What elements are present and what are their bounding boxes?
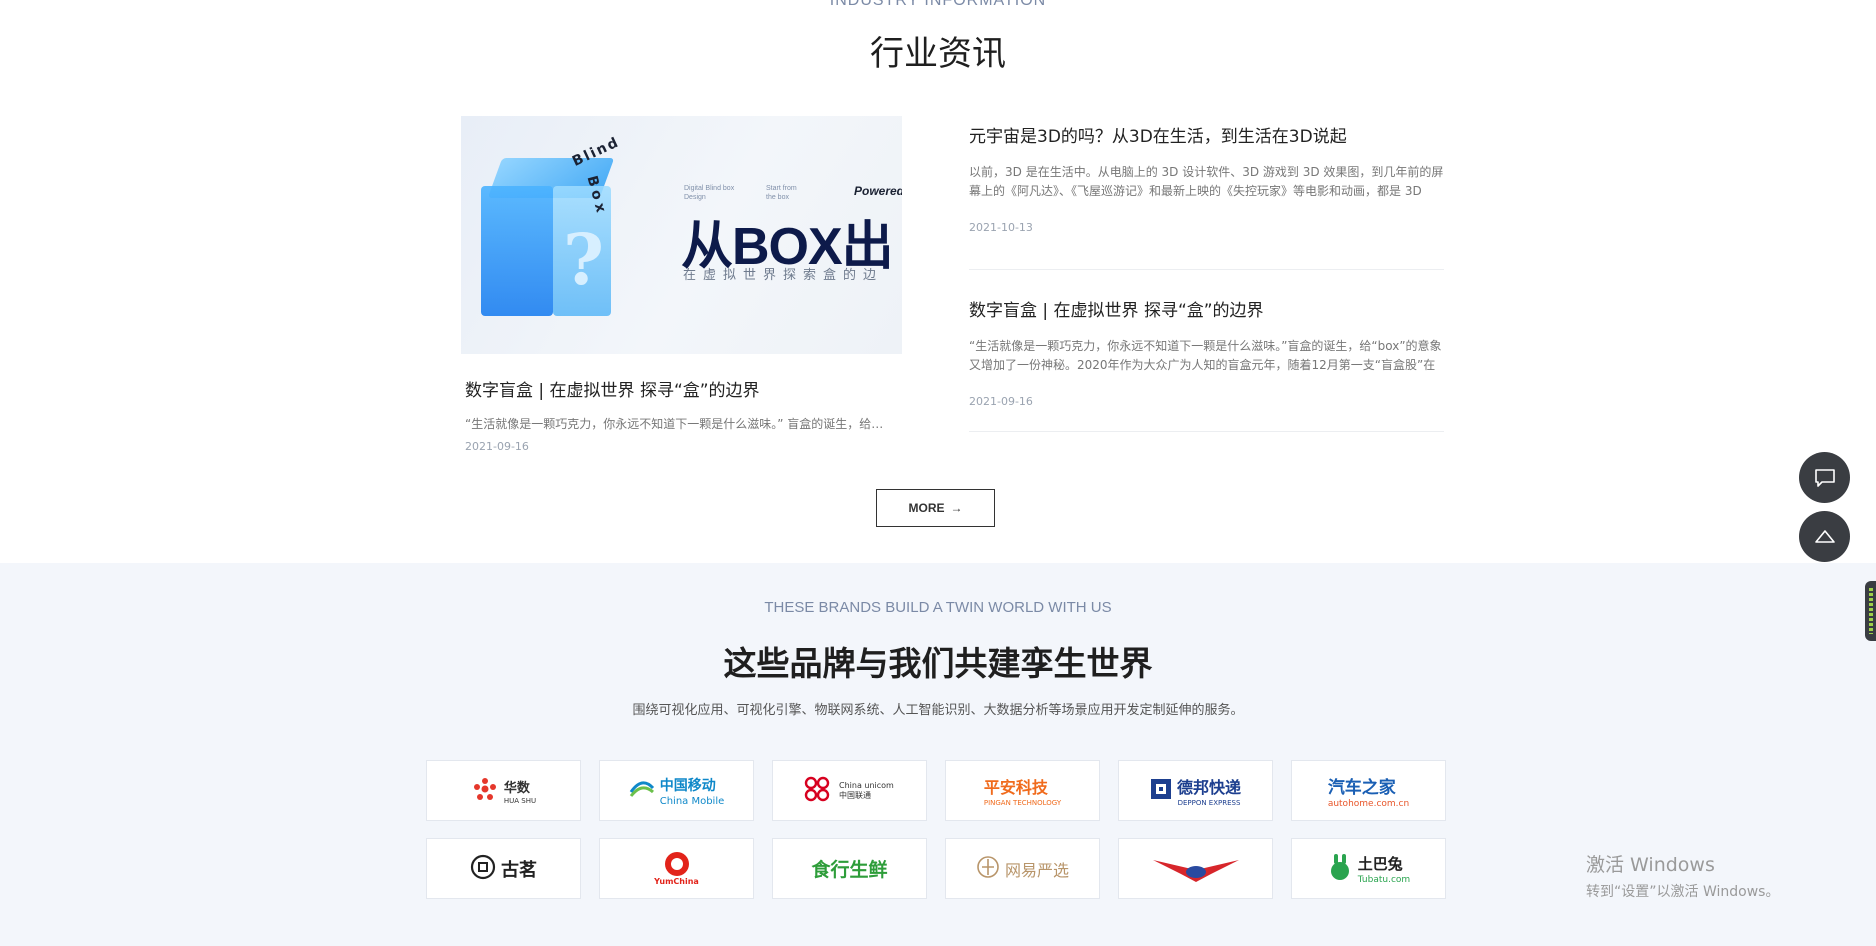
- image-text-small-right: Start from the box: [766, 185, 797, 201]
- deppon-logo-icon: [1150, 778, 1172, 804]
- arrow-right-icon: →: [950, 501, 963, 515]
- side-panel-tab[interactable]: [1865, 581, 1876, 641]
- brand-logo-china-unicom: China unicom中国联通: [772, 760, 927, 821]
- brand-logo-shixing: 食行生鲜: [772, 838, 927, 899]
- brand-logo-yanxuan: 网易严选: [945, 838, 1100, 899]
- news-item-date: 2021-10-13: [969, 221, 1033, 234]
- featured-article-title[interactable]: 数字盲盒 | 在虚拟世界 探寻“盒”的边界: [461, 376, 902, 401]
- news-item-date: 2021-09-16: [969, 395, 1033, 408]
- industry-news-section: INDUSTRY INFORMATION 行业资讯 ? Blind Box Di…: [0, 0, 1876, 563]
- yanxuan-logo-icon: [976, 855, 1000, 883]
- news-item-title[interactable]: 数字盲盒 | 在虚拟世界 探寻“盒”的边界: [969, 296, 1444, 321]
- brand-logo-guming: 古茗: [426, 838, 581, 899]
- back-to-top-button[interactable]: [1799, 511, 1850, 562]
- watermark-line-2: 转到“设置”以激活 Windows。: [1586, 884, 1780, 900]
- brands-title: 这些品牌与我们共建孪生世界: [723, 644, 1153, 683]
- featured-article[interactable]: ? Blind Box Digital Blind box Design Sta…: [461, 116, 902, 453]
- image-text-powered: Powered b: [854, 184, 902, 198]
- brand-logo-yumchina: YumChina: [599, 838, 754, 899]
- brand-logo-china-mobile: 中国移动 China Mobile: [599, 760, 754, 821]
- wings-logo-icon: [1152, 859, 1239, 882]
- chat-icon: [1814, 468, 1835, 487]
- windows-activation-watermark: 激活 Windows 转到“设置”以激活 Windows。: [1586, 850, 1779, 901]
- watermark-line-1: 激活 Windows: [1586, 854, 1715, 876]
- news-item-desc: 以前，3D 是在生活中。从电脑上的 3D 设计软件、3D 游戏到 3D 效果图，…: [969, 165, 1444, 198]
- news-list-item[interactable]: 元宇宙是3D的吗？从3D在生活，到生活在3D说起 以前，3D 是在生活中。从电脑…: [969, 108, 1444, 270]
- section-title: 行业资讯: [870, 34, 1006, 74]
- more-button[interactable]: MORE →: [876, 489, 995, 527]
- image-text-small-left: Digital Blind box Design: [684, 185, 735, 201]
- news-list-item[interactable]: 数字盲盒 | 在虚拟世界 探寻“盒”的边界 “生活就像是一颗巧克力，你永远不知道…: [969, 270, 1444, 432]
- tubatu-logo-icon: [1327, 853, 1353, 885]
- guming-logo-icon: [470, 854, 496, 884]
- china-mobile-logo-icon: [629, 778, 655, 804]
- news-item-desc: “生活就像是一颗巧克力，你永远不知道下一颗是什么滋味。”盲盒的诞生，给“box”…: [969, 339, 1442, 372]
- featured-article-desc: “生活就像是一颗巧克力，你永远不知道下一颗是什么滋味。” 盲盒的诞生，给…: [465, 417, 884, 431]
- yumchina-logo-icon: [664, 852, 689, 876]
- china-unicom-logo-icon: [800, 774, 834, 808]
- featured-article-image[interactable]: ? Blind Box Digital Blind box Design Sta…: [461, 116, 902, 354]
- news-list: 元宇宙是3D的吗？从3D在生活，到生活在3D说起 以前，3D 是在生活中。从电脑…: [969, 108, 1444, 432]
- brand-logo-tubatu: 土巴兔 Tubatu.com: [1291, 838, 1446, 899]
- brand-logo-wings: [1118, 838, 1273, 899]
- section-subtitle-en: INDUSTRY INFORMATION: [829, 0, 1047, 9]
- brands-description: 围绕可视化应用、可视化引擎、物联网系统、人工智能识别、大数据分析等场景应用开发定…: [632, 703, 1244, 718]
- huashu-logo-icon: [471, 775, 499, 807]
- more-button-label: MORE: [908, 501, 945, 515]
- brand-logo-deppon: 德邦快递 DEPPON EXPRESS: [1118, 760, 1273, 821]
- featured-article-date: 2021-09-16: [465, 440, 529, 453]
- arrow-up-icon: [1814, 529, 1835, 543]
- chat-button[interactable]: [1799, 452, 1850, 503]
- brand-logo-pingan: 平安科技 PINGAN TECHNOLOGY: [945, 760, 1100, 821]
- news-item-title[interactable]: 元宇宙是3D的吗？从3D在生活，到生活在3D说起: [969, 122, 1444, 147]
- brand-logo-huashu: 华数 HUA SHU: [426, 760, 581, 821]
- image-subline: 在虚拟世界探索盒的边: [683, 268, 884, 283]
- brands-subtitle-en: THESE BRANDS BUILD A TWIN WORLD WITH US: [764, 599, 1112, 616]
- brand-logo-autohome: 汽车之家 autohome.com.cn: [1291, 760, 1446, 821]
